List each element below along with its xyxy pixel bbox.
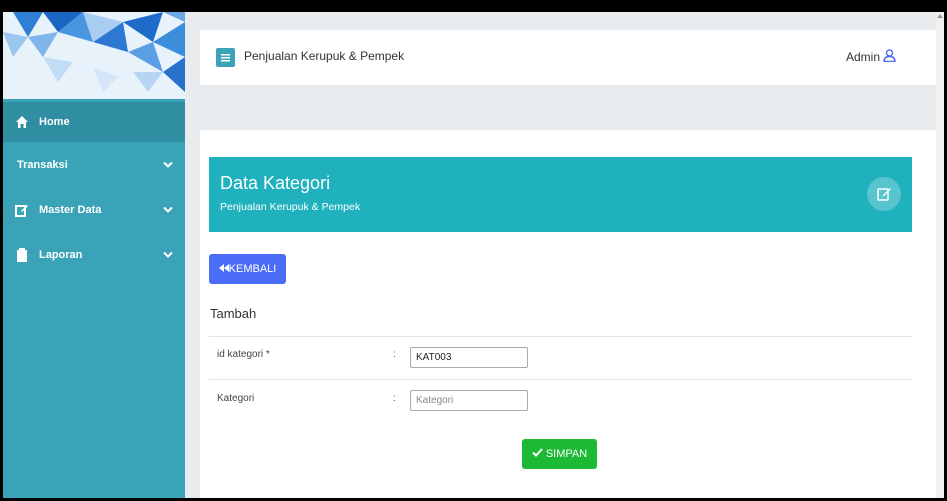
sidebar-item-label: Master Data <box>39 204 102 216</box>
id-kategori-label: id kategori * <box>217 349 270 360</box>
sidebar-item-label: Laporan <box>39 249 83 261</box>
sidebar: Home Transaksi Master Data Laporan <box>3 12 185 498</box>
divider <box>209 336 912 337</box>
scroll-up-arrow-icon[interactable] <box>937 14 943 18</box>
home-icon <box>15 115 29 129</box>
user-menu[interactable]: Admin <box>846 49 896 65</box>
double-chevron-left-icon <box>218 263 229 275</box>
colon: : <box>393 349 396 360</box>
edit-icon <box>867 177 901 211</box>
back-button[interactable]: KEMBALI <box>209 254 286 284</box>
menu-toggle-button[interactable] <box>216 48 235 67</box>
content-card: Data Kategori Penjualan Kerupuk & Pempek… <box>200 130 936 498</box>
sidebar-item-label: Home <box>39 116 70 128</box>
clipboard-icon <box>15 248 29 262</box>
top-navbar: Penjualan Kerupuk & Pempek Admin <box>200 30 936 85</box>
colon: : <box>393 393 396 404</box>
section-title: Tambah <box>210 306 257 321</box>
sidebar-item-transaksi[interactable]: Transaksi <box>3 145 185 185</box>
vertical-scrollbar[interactable] <box>936 12 944 498</box>
page-subtitle: Penjualan Kerupuk & Pempek <box>220 201 361 213</box>
hamburger-icon <box>221 54 230 62</box>
sidebar-item-laporan[interactable]: Laporan <box>3 235 185 275</box>
sidebar-item-home[interactable]: Home <box>3 102 185 142</box>
sidebar-item-master-data[interactable]: Master Data <box>3 190 185 230</box>
sidebar-logo-banner <box>3 12 185 99</box>
user-name: Admin <box>845 50 880 64</box>
edit-icon <box>15 203 29 217</box>
id-kategori-input[interactable] <box>410 347 528 368</box>
app-frame: Home Transaksi Master Data Laporan Penju… <box>3 12 944 498</box>
divider <box>209 379 912 380</box>
back-button-label: KEMBALI <box>228 263 277 275</box>
kategori-input[interactable] <box>410 390 528 411</box>
chevron-down-icon <box>163 251 175 259</box>
page-title: Data Kategori <box>220 173 331 193</box>
app-title: Penjualan Kerupuk & Pempek <box>244 49 405 63</box>
chevron-down-icon <box>163 161 175 169</box>
sidebar-item-label: Transaksi <box>17 159 68 171</box>
user-icon <box>883 49 896 65</box>
save-button-label: SIMPAN <box>545 448 588 460</box>
kategori-label: Kategori <box>217 393 255 404</box>
save-button[interactable]: SIMPAN <box>522 439 597 469</box>
chevron-down-icon <box>163 206 175 214</box>
check-icon <box>532 448 543 460</box>
page-header-banner: Data Kategori Penjualan Kerupuk & Pempek <box>209 157 912 232</box>
